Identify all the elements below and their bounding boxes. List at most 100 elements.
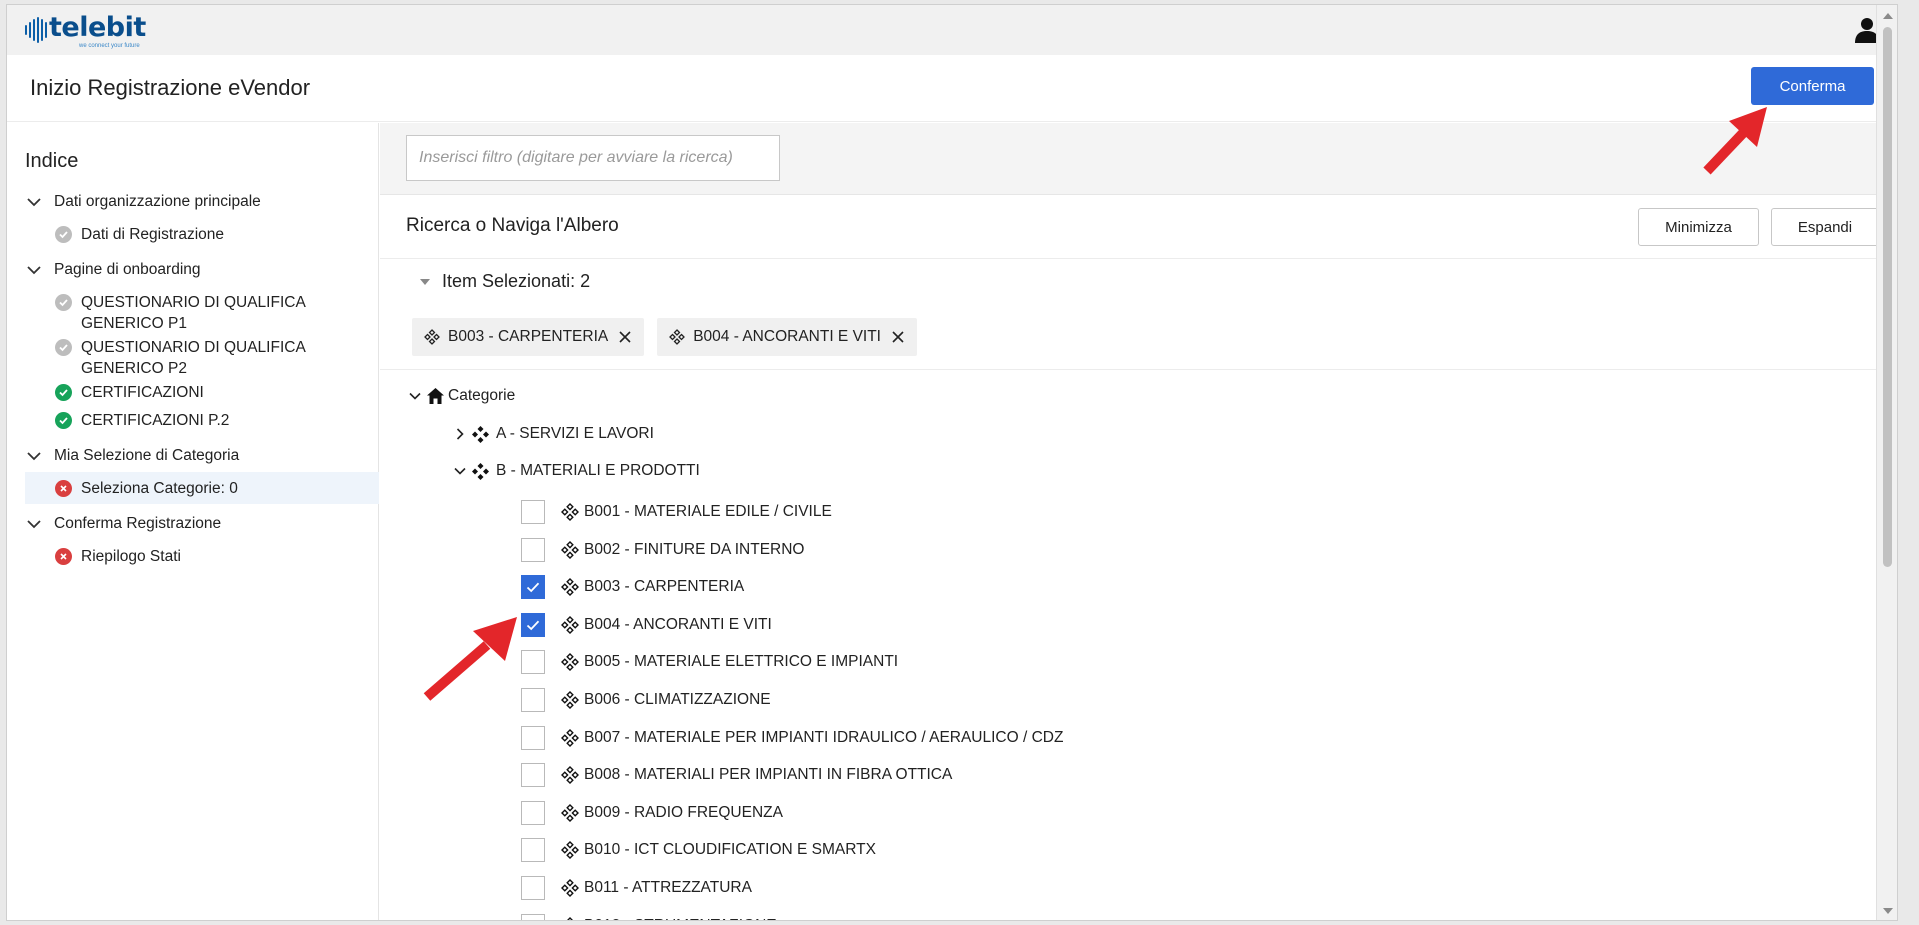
telebit-logo[interactable]: telebit we connect your future [25,13,155,49]
scroll-up-icon[interactable] [1883,13,1893,19]
checkbox[interactable] [521,763,545,788]
caret-down-icon [420,278,430,285]
tree-leaf-label: B001 - MATERIALE EDILE / CIVILE [584,503,832,520]
diamond-cluster-icon [561,803,579,822]
status-pending-icon [55,226,72,243]
diamond-cluster-icon [561,766,579,785]
app-window: telebit we connect your future Inizio Re… [6,4,1898,921]
close-icon[interactable] [891,330,905,344]
diamond-cluster-icon [561,653,579,672]
status-error-icon [55,479,72,497]
minimize-button[interactable]: Minimizza [1638,208,1759,246]
chevron-down-icon [27,452,41,461]
tree-leaf-item[interactable]: B003 - CARPENTERIA [521,574,744,600]
tree-leaf-item[interactable]: B002 - FINITURE DA INTERNO [521,537,804,563]
chevron-right-icon [456,428,464,440]
diamond-cluster-icon [566,916,574,920]
diamond-cluster-icon [669,329,686,345]
checkbox[interactable] [521,575,545,600]
diamond-cluster-icon [561,879,579,897]
tree-node-label: B - MATERIALI E PRODOTTI [496,462,700,479]
sidebar-item-riepilogo-stati[interactable]: Riepilogo Stati [55,546,365,567]
checkbox[interactable] [521,612,545,637]
tree-leaf-label: B008 - MATERIALI PER IMPIANTI IN FIBRA O… [584,766,953,784]
sidebar-item-label: QUESTIONARIO DI QUALIFICA GENERICO P2 [81,339,305,377]
filter-input[interactable] [406,135,780,181]
tree-leaf-item[interactable]: B005 - MATERIALE ELETTRICO E IMPIANTI [521,649,898,675]
sidebar-item-seleziona-categorie[interactable]: Seleziona Categorie: 0 [25,472,379,504]
tree-node-category-a[interactable]: A - SERVIZI E LAVORI [453,422,654,446]
top-bar: telebit we connect your future [7,5,1897,55]
checkbox[interactable] [521,500,545,524]
tree-leaf-item[interactable]: B011 - ATTREZZATURA [521,875,752,901]
sidebar-item-label: Dati di Registrazione [81,226,225,243]
chevron-down-icon [27,520,41,529]
checkbox[interactable] [521,800,545,825]
logo-tagline: we connect your future [79,43,140,49]
sidebar-item-questionario-p2[interactable]: QUESTIONARIO DI QUALIFICA GENERICO P2 [55,337,365,379]
tree-leaf-item[interactable]: B008 - MATERIALI PER IMPIANTI IN FIBRA O… [521,762,952,788]
selected-items-label: Item Selezionati: 2 [442,271,591,291]
tree-leaf-item[interactable]: B009 - RADIO FREQUENZA [521,800,783,826]
tree-header: Ricerca o Naviga l'Albero Minimizza Espa… [380,195,1897,259]
status-pending-icon [55,294,72,311]
checkbox[interactable] [521,838,545,863]
scroll-down-icon[interactable] [1883,908,1893,914]
checkbox[interactable] [521,876,545,900]
diamond-cluster-icon [561,841,579,860]
checkbox[interactable] [521,688,545,712]
filter-bar [380,123,1897,195]
checkbox[interactable] [521,725,545,750]
diamond-cluster-icon [472,425,489,443]
close-icon[interactable] [618,330,632,344]
checkbox[interactable] [521,913,545,920]
sidebar-group-label: Mia Selezione di Categoria [54,447,240,464]
sidebar-item-certificazioni[interactable]: CERTIFICAZIONI [55,382,365,403]
title-bar: Inizio Registrazione eVendor Conferma [7,55,1897,122]
checkbox[interactable] [521,537,545,562]
tree-leaf-item[interactable]: B012 - STRUMENTAZIONE [521,913,777,920]
expand-button[interactable]: Espandi [1771,208,1879,246]
diamond-cluster-icon [561,578,579,597]
sidebar-group-conferma-registrazione[interactable]: Conferma Registrazione [25,515,221,533]
tree-node-root[interactable]: Categorie [408,384,515,408]
diamond-cluster-icon [561,691,579,709]
sidebar-group-pagine-onboarding[interactable]: Pagine di onboarding [25,261,201,279]
tree-leaf-label: B012 - STRUMENTAZIONE [584,917,777,920]
checkmark-icon [526,620,540,631]
window-scrollbar[interactable] [1876,5,1897,920]
diamond-cluster-icon [472,462,489,480]
scroll-thumb[interactable] [1883,27,1892,567]
sidebar-item-label: Seleziona Categorie: 0 [81,479,238,497]
tree-leaf-item[interactable]: B004 - ANCORANTI E VITI [521,612,772,638]
sidebar-item-certificazioni-p2[interactable]: CERTIFICAZIONI P.2 [55,410,365,431]
sidebar-group-selezione-categoria[interactable]: Mia Selezione di Categoria [25,447,239,465]
diamond-cluster-icon [424,329,440,345]
tree-leaf-label: B005 - MATERIALE ELETTRICO E IMPIANTI [584,653,899,671]
sidebar-group-label: Dati organizzazione principale [54,193,261,210]
selected-items-toggle[interactable]: Item Selezionati: 2 [420,271,590,292]
sidebar-group-dati-organizzazione[interactable]: Dati organizzazione principale [25,193,261,211]
diamond-cluster-icon [561,615,579,634]
status-error-icon [55,548,72,565]
tree-node-label: A - SERVIZI E LAVORI [496,425,654,442]
sidebar-item-dati-registrazione[interactable]: Dati di Registrazione [55,224,365,245]
sidebar-index: Indice Dati organizzazione principale Da… [7,123,379,920]
tree-leaf-item[interactable]: B007 - MATERIALE PER IMPIANTI IDRAULICO … [521,725,1063,751]
diamond-cluster-icon [561,503,579,521]
tree-node-label: Categorie [448,387,516,404]
tree-leaf-label: B002 - FINITURE DA INTERNO [584,540,805,558]
divider [380,369,1897,370]
sidebar-item-label: CERTIFICAZIONI P.2 [81,412,230,429]
tree-leaf-item[interactable]: B001 - MATERIALE EDILE / CIVILE [521,499,832,525]
sidebar-item-questionario-p1[interactable]: QUESTIONARIO DI QUALIFICA GENERICO P1 [55,292,365,334]
tree-leaf-label: B011 - ATTREZZATURA [584,879,752,896]
checkbox[interactable] [521,650,545,675]
logo-wordmark: telebit [49,12,146,43]
tree-node-category-b[interactable]: B - MATERIALI E PRODOTTI [453,459,700,483]
confirm-button[interactable]: Conferma [1751,67,1874,105]
tree-leaf-item[interactable]: B006 - CLIMATIZZAZIONE [521,687,771,713]
chevron-down-icon [409,392,421,400]
sidebar-item-label: CERTIFICAZIONI [81,384,204,401]
tree-leaf-item[interactable]: B010 - ICT CLOUDIFICATION E SMARTX [521,837,876,863]
